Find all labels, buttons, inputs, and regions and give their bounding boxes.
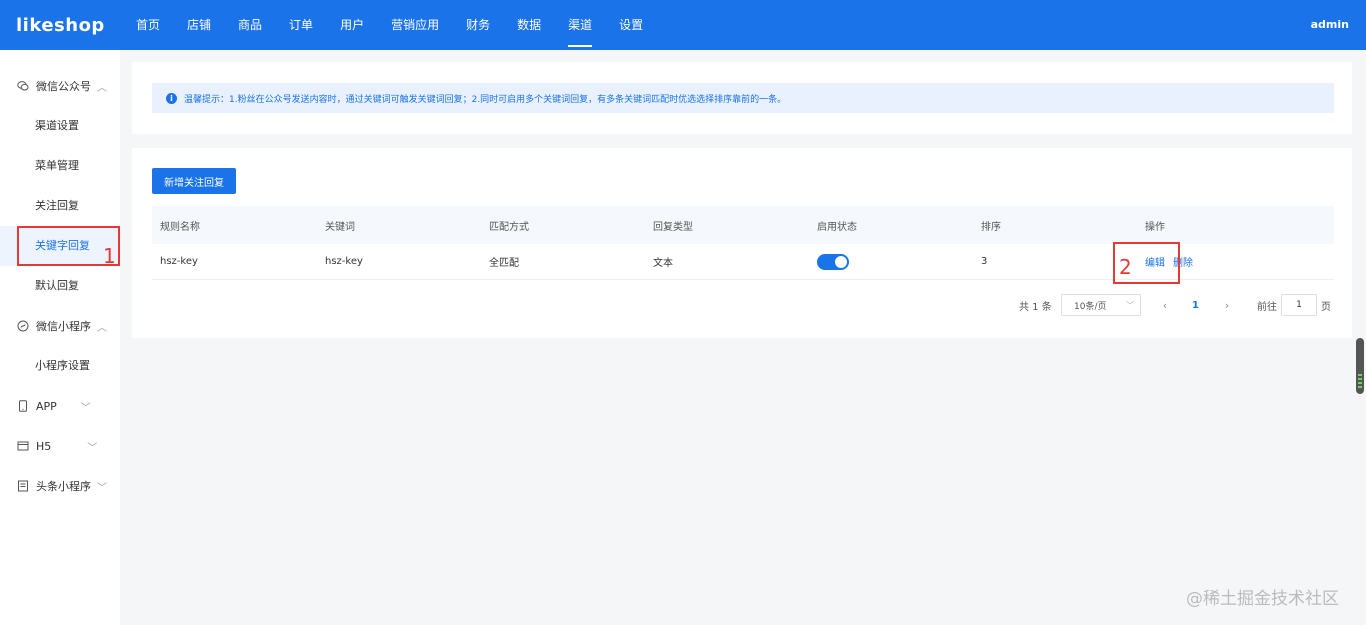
prev-page-button[interactable]: ‹	[1155, 294, 1175, 316]
nav-item-shop[interactable]: 店铺	[187, 0, 225, 50]
sidebar-group-label: 微信小程序	[36, 320, 91, 333]
goto-label: 前往	[1257, 301, 1277, 313]
sidebar-group-toutiao[interactable]: 头条小程序 ﹀	[0, 466, 120, 506]
sidebar-group-label: 微信公众号	[36, 80, 91, 93]
rule-name-cell: hsz-key	[160, 256, 198, 267]
sidebar-group-label: APP	[36, 399, 57, 413]
sidebar-item-menu-management[interactable]: 菜单管理	[0, 146, 120, 186]
match-type-cell: 全匹配	[489, 258, 519, 269]
top-navbar: likeshop 首页 店铺 商品 订单 用户 营销应用 财务 数据 渠道 设置…	[0, 0, 1366, 50]
chevron-up-icon: ︿	[97, 322, 107, 334]
nav-item-home[interactable]: 首页	[136, 0, 174, 50]
sidebar-group-mini-program[interactable]: 微信小程序 ︿	[0, 306, 120, 346]
tip-banner: i 温馨提示：1.粉丝在公众号发送内容时，通过关键词可触发关键词回复；2.同时可…	[152, 83, 1334, 113]
sidebar-group-app[interactable]: APP ﹀	[0, 386, 120, 426]
sidebar-item-follow-reply[interactable]: 关注回复	[0, 186, 120, 226]
scrollbar-thumb[interactable]	[1356, 338, 1364, 394]
column-header: 回复类型	[653, 221, 693, 233]
sidebar-item-mini-program-settings[interactable]: 小程序设置	[0, 346, 120, 386]
nav-item-settings[interactable]: 设置	[619, 0, 657, 50]
goto-wrapper	[1281, 294, 1317, 316]
chevron-down-icon: ﹀	[80, 402, 91, 414]
mini-program-icon	[17, 320, 29, 332]
add-reply-button[interactable]: 新增关注回复	[152, 168, 236, 194]
page-size-value: 10条/页	[1074, 301, 1107, 312]
column-header: 规则名称	[160, 221, 200, 233]
tip-card: i 温馨提示：1.粉丝在公众号发送内容时，通过关键词可触发关键词回复；2.同时可…	[132, 62, 1352, 134]
nav-item-marketing[interactable]: 营销应用	[391, 0, 453, 50]
column-header: 匹配方式	[489, 221, 529, 233]
chevron-up-icon: ︿	[97, 82, 107, 94]
page-number-1[interactable]: 1	[1192, 294, 1199, 316]
reply-type-cell: 文本	[653, 258, 673, 269]
status-cell	[817, 244, 849, 279]
sidebar: 微信公众号 ︿ 渠道设置 菜单管理 关注回复 关键字回复 默认回复 微信小程序 …	[0, 50, 120, 625]
annotation-label-1: 1	[103, 244, 116, 268]
user-name[interactable]: admin	[1311, 0, 1349, 50]
toutiao-icon	[17, 480, 29, 492]
main-nav: 首页 店铺 商品 订单 用户 营销应用 财务 数据 渠道 设置	[136, 0, 670, 50]
sidebar-group-wechat[interactable]: 微信公众号 ︿	[0, 66, 120, 106]
column-header: 启用状态	[817, 221, 857, 233]
column-header: 操作	[1145, 221, 1165, 233]
nav-item-users[interactable]: 用户	[340, 0, 378, 50]
logo[interactable]: likeshop	[0, 15, 136, 36]
column-header: 关键词	[325, 221, 355, 233]
page-suffix: 页	[1321, 301, 1331, 313]
wechat-icon	[17, 80, 29, 92]
nav-item-goods[interactable]: 商品	[238, 0, 276, 50]
chevron-down-icon: ﹀	[87, 442, 98, 454]
goto-page-input[interactable]	[1281, 294, 1317, 316]
annotation-label-2: 2	[1119, 255, 1132, 279]
sidebar-group-label: H5	[36, 439, 52, 453]
pagination-total: 共 1 条	[1019, 301, 1052, 313]
sidebar-item-default-reply[interactable]: 默认回复	[0, 266, 120, 306]
watermark: @稀土掘金技术社区	[1186, 589, 1339, 609]
chevron-left-icon: ‹	[1162, 298, 1168, 312]
chevron-down-icon: ﹀	[1126, 300, 1134, 310]
tip-text: 温馨提示：1.粉丝在公众号发送内容时，通过关键词可触发关键词回复；2.同时可启用…	[184, 94, 787, 105]
sidebar-group-h5[interactable]: H5 ﹀	[0, 426, 120, 466]
chevron-down-icon: ﹀	[97, 482, 107, 494]
sidebar-item-channel-settings[interactable]: 渠道设置	[0, 106, 120, 146]
h5-icon	[17, 440, 29, 452]
next-page-button[interactable]: ›	[1217, 294, 1237, 316]
nav-item-channel[interactable]: 渠道	[568, 0, 606, 50]
phone-icon	[17, 400, 29, 412]
keyword-cell: hsz-key	[325, 256, 363, 267]
chevron-right-icon: ›	[1224, 298, 1230, 312]
nav-item-orders[interactable]: 订单	[289, 0, 327, 50]
nav-item-finance[interactable]: 财务	[466, 0, 504, 50]
current-page: 1	[1192, 299, 1199, 311]
info-icon: i	[166, 92, 177, 104]
nav-item-data[interactable]: 数据	[517, 0, 555, 50]
table-header: 规则名称 关键词 匹配方式 回复类型 启用状态 排序 操作	[152, 206, 1334, 244]
enabled-toggle[interactable]	[817, 253, 849, 270]
sidebar-group-label: 头条小程序	[36, 480, 91, 493]
page-size-select[interactable]: 10条/页 ﹀	[1061, 294, 1141, 316]
sort-cell: 3	[981, 256, 988, 267]
column-header: 排序	[981, 221, 1001, 233]
